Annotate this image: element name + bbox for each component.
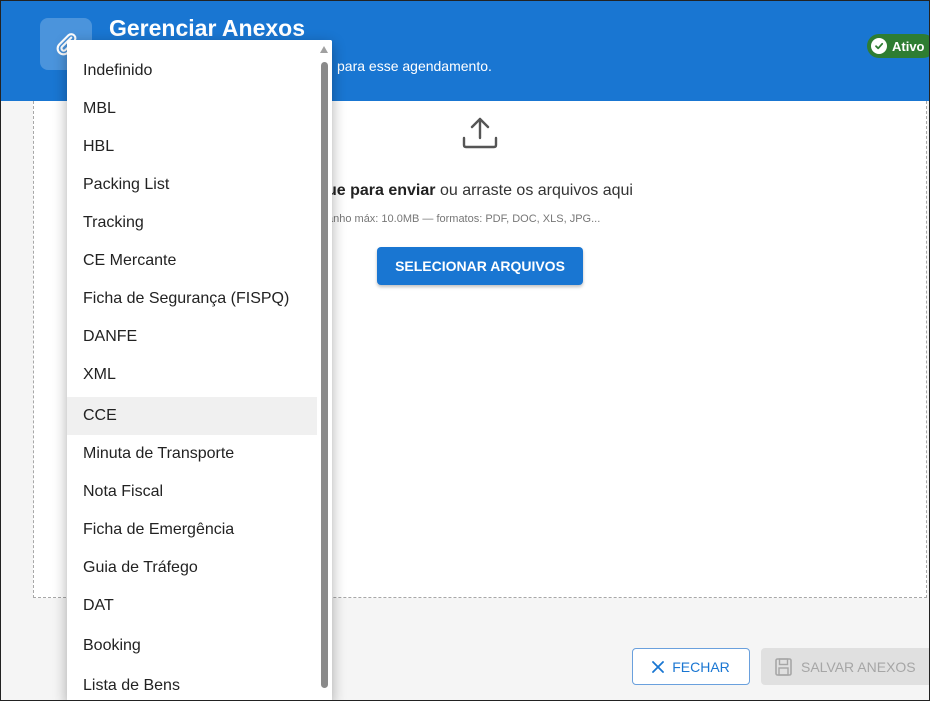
dropdown-item[interactable]: Ficha de Segurança (FISPQ) (67, 280, 317, 318)
dropdown-item[interactable]: Packing List (67, 166, 317, 204)
dropdown-item[interactable]: Lista de Bens (67, 667, 317, 700)
dialog-title: Gerenciar Anexos (109, 15, 306, 41)
save-icon (775, 657, 792, 676)
scrollbar-thumb[interactable] (321, 62, 328, 688)
upload-instructions: ue para enviar ou arraste os arquivos aq… (327, 182, 633, 200)
dropdown-item[interactable]: Booking (67, 627, 317, 665)
dropdown-item[interactable]: HBL (67, 128, 317, 166)
dropdown-item[interactable]: DAT (67, 587, 317, 625)
save-button-label: SALVAR ANEXOS (801, 658, 916, 675)
upload-hint: anho máx: 10.0MB — formatos: PDF, DOC, X… (327, 213, 601, 225)
upload-icon (461, 113, 499, 156)
dropdown-item[interactable]: XML (67, 356, 317, 394)
upload-instructions-bold: ue para enviar (327, 182, 436, 199)
dialog-subtitle: para esse agendamento. (337, 58, 492, 74)
dropdown-item[interactable]: MBL (67, 90, 317, 128)
dropdown-item[interactable]: Minuta de Transporte (67, 435, 317, 473)
dropdown-item-highlighted[interactable]: CCE (67, 397, 317, 435)
document-type-dropdown[interactable]: Indefinido MBL HBL Packing List Tracking… (67, 40, 332, 700)
select-files-button[interactable]: SELECIONAR ARQUIVOS (377, 247, 583, 285)
dropdown-item[interactable]: Indefinido (67, 52, 317, 90)
dropdown-item[interactable]: CE Mercante (67, 242, 317, 280)
scroll-up-arrow-icon[interactable] (320, 46, 328, 53)
dropdown-item[interactable]: Tracking (67, 204, 317, 242)
dropdown-item[interactable]: Guia de Tráfego (67, 549, 317, 587)
close-button[interactable]: FECHAR (632, 648, 750, 685)
app-window: Gerenciar Anexos para esse agendamento. … (0, 0, 930, 701)
save-attachments-button[interactable]: SALVAR ANEXOS (761, 648, 929, 685)
close-icon (652, 660, 665, 673)
close-button-label: FECHAR (672, 658, 730, 675)
status-label: Ativo (892, 38, 925, 54)
check-circle-icon (871, 38, 887, 54)
status-badge: Ativo (867, 34, 929, 58)
upload-instructions-rest: ou arraste os arquivos aqui (435, 182, 633, 199)
dropdown-item[interactable]: Nota Fiscal (67, 473, 317, 511)
dropdown-item[interactable]: Ficha de Emergência (67, 511, 317, 549)
dropdown-item[interactable]: DANFE (67, 318, 317, 356)
dropdown-scrollbar[interactable] (317, 40, 332, 700)
